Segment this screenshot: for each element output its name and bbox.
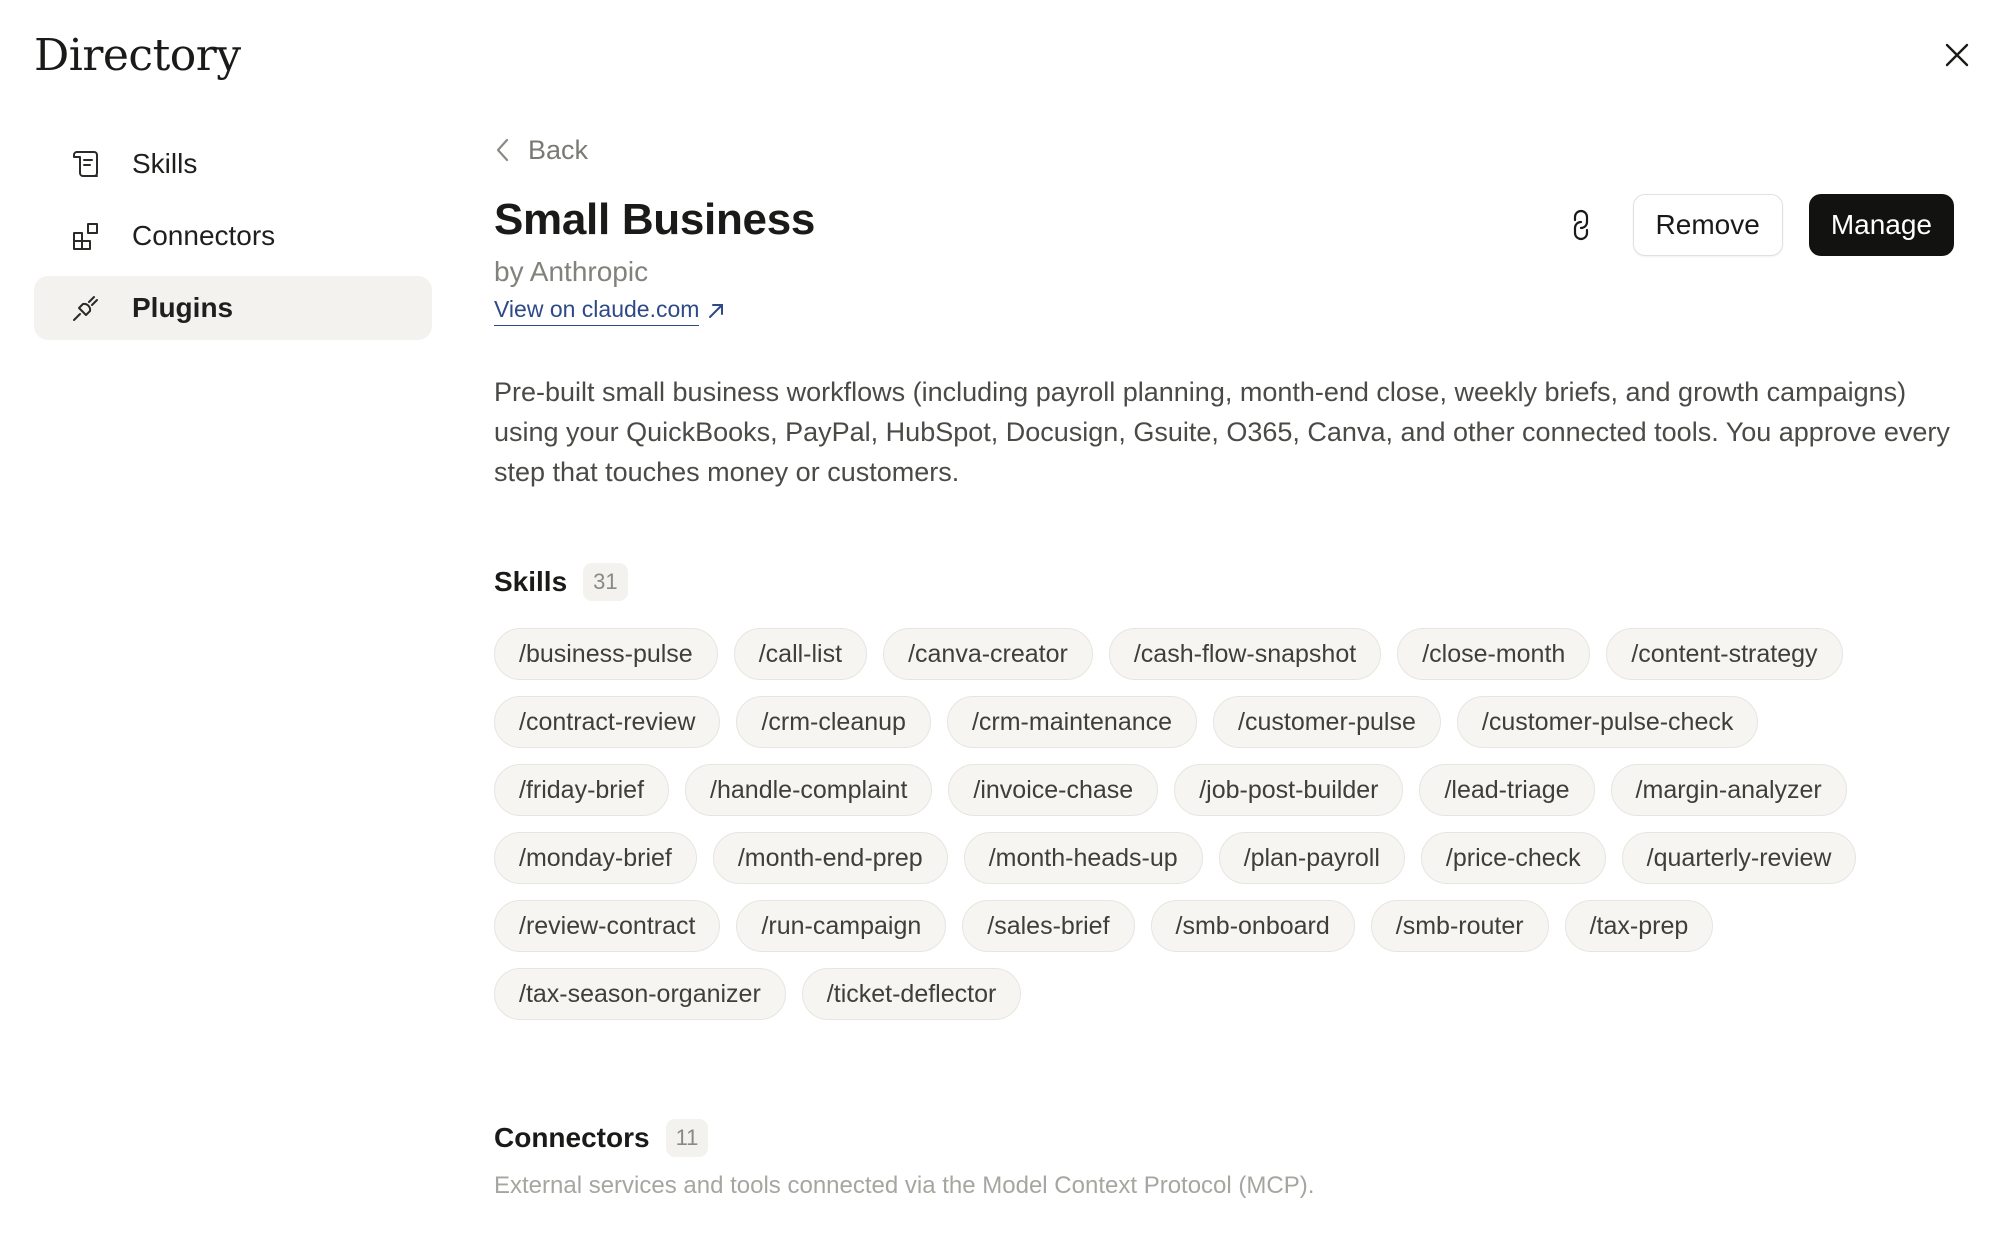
link-icon [1573, 209, 1588, 241]
skill-chip[interactable]: /month-heads-up [963, 832, 1203, 884]
link-label: View on claude.com [494, 296, 700, 326]
connectors-section: Connectors 11 External services and tool… [494, 1118, 1954, 1200]
close-button[interactable] [1938, 36, 1976, 74]
manage-button[interactable]: Manage [1808, 194, 1954, 256]
skill-chip[interactable]: /job-post-builder [1174, 764, 1404, 816]
skill-chip[interactable]: /sales-brief [962, 900, 1135, 952]
skill-chip[interactable]: /tax-prep [1564, 900, 1714, 952]
directory-page: Directory Skills Connectors Plugins Back… [0, 0, 1999, 1244]
skill-chip[interactable]: /ticket-deflector [801, 968, 1022, 1020]
plugin-actions: Remove Manage [1557, 194, 1954, 256]
skill-chip[interactable]: /month-end-prep [712, 832, 948, 884]
skill-chip[interactable]: /crm-maintenance [946, 696, 1198, 748]
skill-chip[interactable]: /contract-review [494, 696, 721, 748]
plugin-description: Pre-built small business workflows (incl… [494, 377, 1950, 487]
skill-chip[interactable]: /review-contract [494, 900, 721, 952]
skill-chip-list: /business-pulse/call-list/canva-creator /… [494, 628, 1934, 1020]
skill-chip[interactable]: /price-check [1420, 832, 1606, 884]
skill-chip[interactable]: /close-month [1397, 628, 1591, 680]
skill-chip[interactable]: /quarterly-review [1621, 832, 1857, 884]
skill-chip[interactable]: /run-campaign [736, 900, 947, 952]
skill-chip[interactable]: /cash-flow-snapshot [1108, 628, 1382, 680]
page-title: Directory [34, 30, 241, 81]
skill-chip[interactable]: /smb-router [1370, 900, 1549, 952]
skill-chip[interactable]: /canva-creator [883, 628, 1093, 680]
connectors-count-badge: 11 [665, 1119, 709, 1157]
skills-heading: Skills [494, 566, 568, 597]
skill-chip[interactable]: /invoice-chase [948, 764, 1159, 816]
sidebar-item-connectors[interactable]: Connectors [34, 204, 432, 268]
connectors-subtitle: External services and tools connected vi… [494, 1172, 1315, 1199]
skill-chip[interactable]: /handle-complaint [685, 764, 933, 816]
back-label: Back [528, 134, 589, 165]
plugin-author: by Anthropic [494, 256, 649, 287]
skill-chip[interactable]: /crm-cleanup [736, 696, 931, 748]
chevron-left-icon [494, 136, 516, 164]
skill-chip[interactable]: /friday-brief [494, 764, 670, 816]
skill-chip[interactable]: /lead-triage [1419, 764, 1595, 816]
sidebar-item-label: Plugins [132, 292, 234, 323]
blocks-icon [70, 220, 102, 252]
plug-icon [70, 292, 102, 324]
skill-chip[interactable]: /monday-brief [494, 832, 697, 884]
sidebar-item-label: Connectors [132, 220, 276, 251]
external-link-icon [707, 301, 727, 321]
copy-link-button[interactable] [1557, 201, 1605, 249]
skills-section: Skills 31 /business-pulse/call-list/canv… [494, 562, 1954, 1020]
scroll-icon [70, 148, 102, 180]
view-on-claude-link[interactable]: View on claude.com [494, 296, 727, 326]
remove-button[interactable]: Remove [1632, 194, 1783, 256]
sidebar: Skills Connectors Plugins [34, 132, 432, 348]
skill-chip[interactable]: /plan-payroll [1218, 832, 1405, 884]
sidebar-item-plugins[interactable]: Plugins [34, 276, 432, 340]
skill-chip[interactable]: /business-pulse [494, 628, 718, 680]
skill-chip[interactable]: /tax-season-organizer [494, 968, 786, 1020]
skill-chip[interactable]: /content-strategy [1606, 628, 1843, 680]
back-button[interactable]: Back [494, 130, 588, 170]
plugin-detail: Back Remove Manage Small Business by Ant… [494, 130, 1954, 1200]
skill-chip[interactable]: /customer-pulse-check [1456, 696, 1759, 748]
sidebar-item-label: Skills [132, 148, 198, 179]
close-icon [1945, 43, 1969, 67]
skill-chip[interactable]: /customer-pulse [1213, 696, 1441, 748]
sidebar-item-skills[interactable]: Skills [34, 132, 432, 196]
skills-count-badge: 31 [583, 563, 628, 601]
skill-chip[interactable]: /call-list [733, 628, 868, 680]
connectors-heading: Connectors [494, 1122, 650, 1153]
skill-chip[interactable]: /smb-onboard [1150, 900, 1355, 952]
skill-chip[interactable]: /margin-analyzer [1610, 764, 1847, 816]
